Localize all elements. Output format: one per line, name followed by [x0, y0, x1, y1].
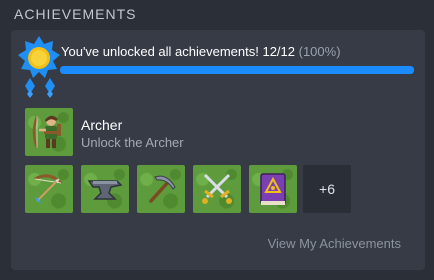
featured-achievement-name: Archer	[81, 117, 123, 133]
section-title: ACHIEVEMENTS	[14, 6, 137, 22]
summary-text: You've unlocked all achievements! 12/12	[61, 44, 295, 59]
anvil-icon	[87, 180, 123, 200]
achievement-tile[interactable]	[193, 165, 241, 213]
achievement-tile[interactable]	[249, 165, 297, 213]
achievements-panel: You've unlocked all achievements! 12/12 …	[11, 30, 425, 270]
view-my-achievements-link[interactable]: View My Achievements	[268, 236, 401, 251]
archer-character-icon	[32, 115, 61, 149]
achievement-tile[interactable]	[137, 165, 185, 213]
crossed-swords-icon	[202, 173, 232, 204]
progress-fill	[60, 66, 414, 74]
featured-achievement-icon[interactable]	[25, 108, 73, 156]
summary-percent: (100%)	[298, 44, 341, 59]
achievement-tile[interactable]	[25, 165, 73, 213]
achievement-tile[interactable]	[81, 165, 129, 213]
bow-and-arrow-icon	[34, 174, 63, 203]
spellbook-icon	[260, 173, 286, 205]
medal-icon	[18, 36, 60, 98]
pickaxe-icon	[149, 175, 176, 203]
featured-achievement-description: Unlock the Archer	[81, 135, 184, 150]
more-achievements-count[interactable]: +6	[303, 165, 351, 213]
achievement-progress-bar	[60, 66, 414, 74]
unlock-summary: You've unlocked all achievements! 12/12 …	[61, 44, 341, 59]
